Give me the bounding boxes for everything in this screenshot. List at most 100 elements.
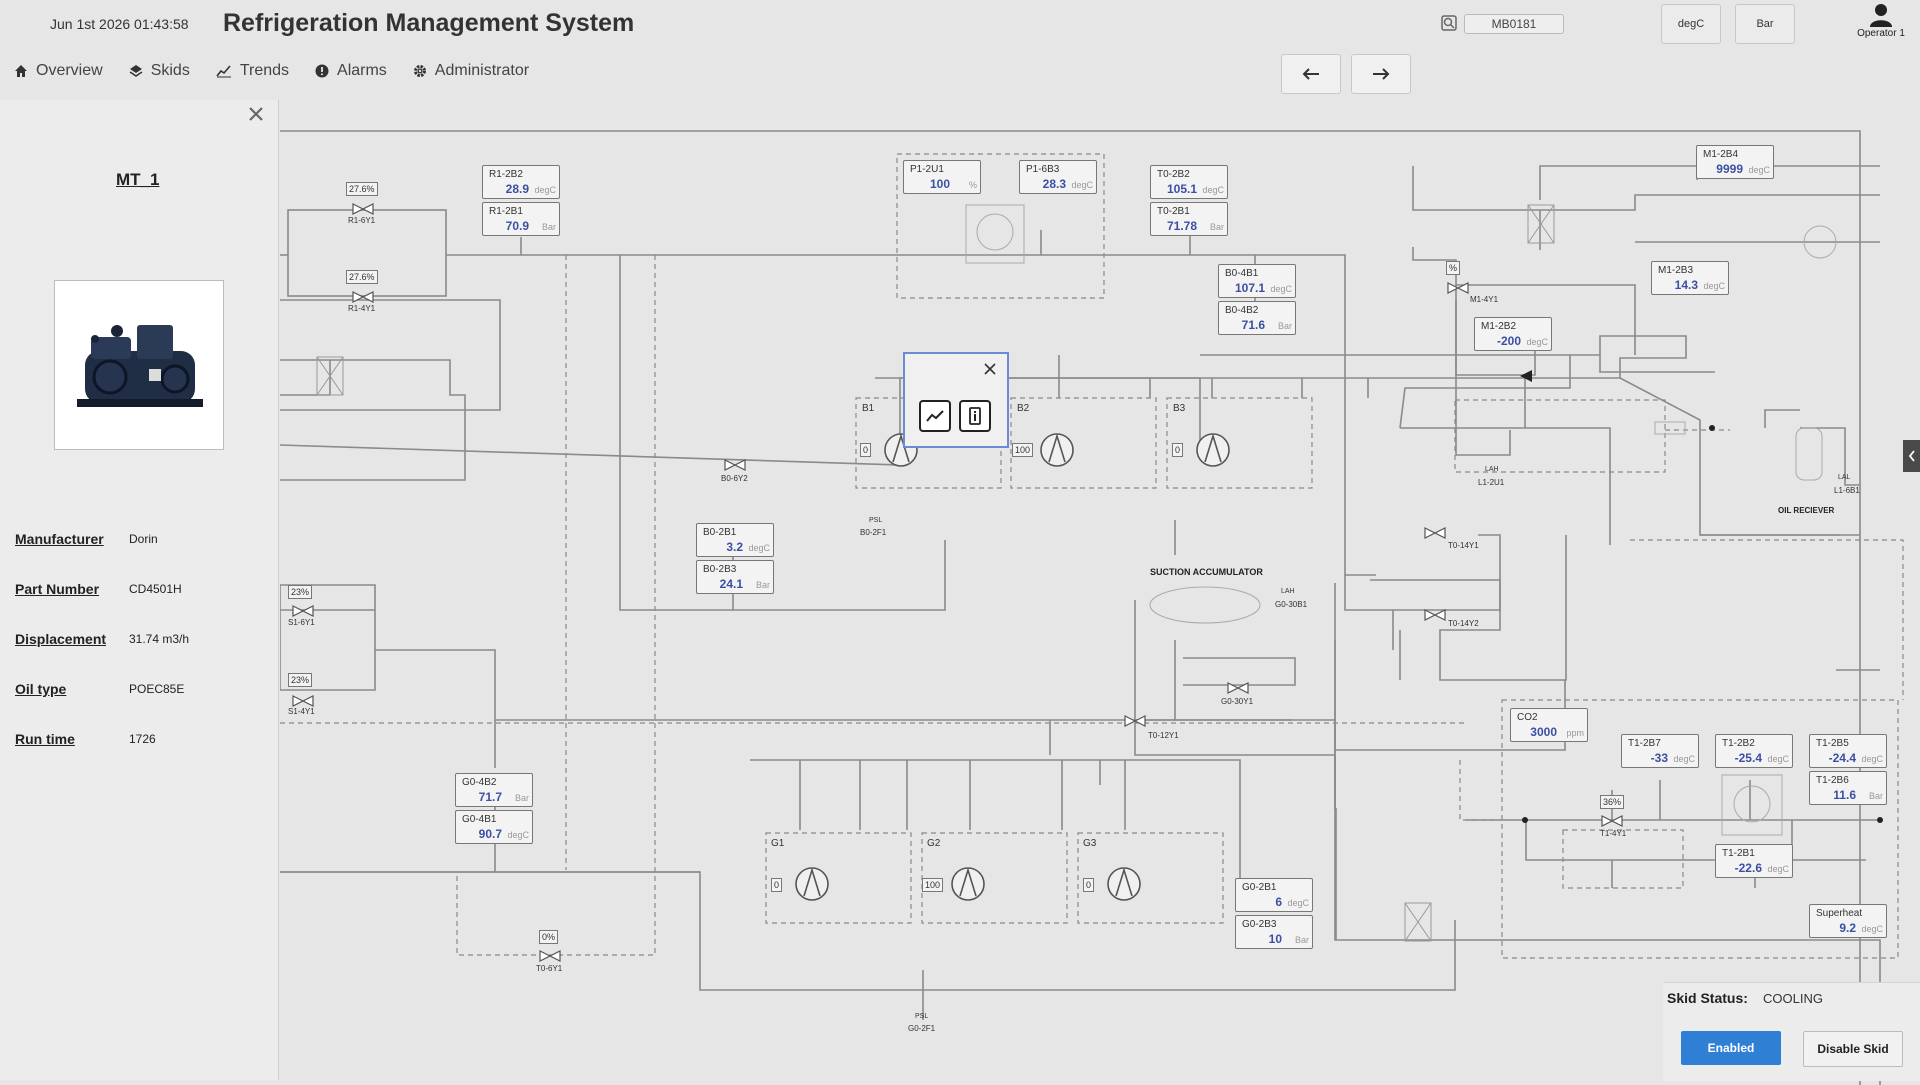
sensor-tag: CO2 — [1517, 712, 1538, 723]
sensor-t1-2b2[interactable]: T1-2B2 -25.4 degC — [1715, 734, 1793, 768]
sensor-t1-2b1[interactable]: T1-2B1 -22.6 degC — [1715, 844, 1793, 878]
layers-icon — [129, 65, 143, 77]
sensor-unit: Bar — [1209, 222, 1224, 232]
sensor-tag: M1-2B2 — [1481, 321, 1517, 332]
back-button[interactable] — [1281, 54, 1341, 94]
nav-alarms[interactable]: Alarms — [315, 62, 387, 80]
nav-administrator[interactable]: Administrator — [413, 62, 529, 80]
info-button[interactable] — [959, 400, 991, 432]
close-icon[interactable] — [246, 104, 266, 124]
valve-s1-6y1-tag: S1-6Y1 — [288, 618, 315, 627]
trend-button[interactable] — [919, 400, 951, 432]
prop-value-oil-type: POEC85E — [129, 682, 185, 696]
disable-skid-button[interactable]: Disable Skid — [1803, 1031, 1903, 1067]
compressor-context-popup — [903, 352, 1009, 448]
sensor-tag: G0-2B1 — [1242, 882, 1277, 893]
sensor-t0-2b1[interactable]: T0-2B1 71.78 Bar — [1150, 202, 1228, 236]
sensor-tag: T0-2B1 — [1157, 206, 1190, 217]
user-menu[interactable]: Operator 1 — [1846, 2, 1916, 39]
sensor-co2[interactable]: CO2 3000 ppm — [1510, 708, 1588, 742]
prop-label-oil-type[interactable]: Oil type — [15, 681, 66, 697]
sensor-unit: degC — [1861, 924, 1883, 934]
lah-label-g0: LAH — [1281, 588, 1295, 595]
sensor-tag: T0-2B2 — [1157, 169, 1190, 180]
l1-2u1-label: L1-2U1 — [1478, 478, 1505, 487]
sensor-value: 9999 — [1716, 162, 1743, 176]
sensor-m1-2b2[interactable]: M1-2B2 -200 degC — [1474, 317, 1552, 351]
sensor-superheat[interactable]: Superheat 9.2 degC — [1809, 904, 1887, 938]
sensor-tag: T1-2B6 — [1816, 775, 1849, 786]
valve-t0-6y1-pct: 0% — [539, 930, 559, 944]
sensor-t1-2b6[interactable]: T1-2B6 11.6 Bar — [1809, 771, 1887, 805]
sensor-unit: degC — [1287, 898, 1309, 908]
compressor-b1-speed: 0 — [860, 443, 872, 457]
prop-label-displacement[interactable]: Displacement — [15, 631, 106, 647]
psl-label-g0: PSL — [915, 1013, 929, 1020]
sensor-b0-2b1[interactable]: B0-2B1 3.2 degC — [696, 523, 774, 557]
sensor-g0-4b1[interactable]: G0-4B1 90.7 degC — [455, 810, 533, 844]
prop-value-part-number: CD4501H — [129, 582, 182, 596]
sensor-t0-2b2[interactable]: T0-2B2 105.1 degC — [1150, 165, 1228, 199]
prop-label-part-number[interactable]: Part Number — [15, 581, 99, 597]
nav-skids[interactable]: Skids — [129, 62, 190, 80]
sensor-value: 28.9 — [505, 182, 529, 196]
g0-30b1-label: G0-30B1 — [1275, 600, 1308, 609]
search-icon[interactable] — [1440, 14, 1458, 32]
sensor-tag: G0-4B2 — [462, 777, 497, 788]
device-search-input[interactable]: MB0181 — [1464, 14, 1564, 34]
sensor-b0-2b3[interactable]: B0-2B3 24.1 Bar — [696, 560, 774, 594]
side-panel-toggle[interactable] — [1903, 440, 1920, 472]
arrow-left-icon — [1302, 68, 1319, 80]
sensor-value: -200 — [1496, 334, 1521, 348]
sensor-unit: Bar — [514, 793, 529, 803]
oil-receiver-label: OIL RECIEVER — [1778, 506, 1835, 515]
prop-label-manufacturer[interactable]: Manufacturer — [15, 531, 104, 547]
nav-trends[interactable]: Trends — [216, 62, 289, 80]
valve-t0-6y1-tag: T0-6Y1 — [536, 964, 563, 973]
compressor-g3-label: G3 — [1083, 838, 1097, 849]
sensor-t1-2b7[interactable]: T1-2B7 -33 degC — [1621, 734, 1699, 768]
sensor-tag: R1-2B2 — [489, 169, 523, 180]
sensor-b0-4b1[interactable]: B0-4B1 107.1 degC — [1218, 264, 1296, 298]
sensor-unit: degC — [1526, 337, 1548, 347]
sensor-r1-2b1[interactable]: R1-2B1 70.9 Bar — [482, 202, 560, 236]
valve-s1-4y1-tag: S1-4Y1 — [288, 707, 315, 716]
compressor-g2-label: G2 — [927, 838, 941, 849]
sensor-t1-2b5[interactable]: T1-2B5 -24.4 degC — [1809, 734, 1887, 768]
home-icon — [15, 65, 27, 77]
sensor-value: 3.2 — [726, 540, 743, 554]
sensor-m1-2b4[interactable]: M1-2B4 9999 degC — [1696, 145, 1774, 179]
valve-g0-30y1-tag: G0-30Y1 — [1221, 697, 1254, 706]
sensor-m1-2b3[interactable]: M1-2B3 14.3 degC — [1651, 261, 1729, 295]
sensor-r1-2b2[interactable]: R1-2B2 28.9 degC — [482, 165, 560, 199]
sensor-tag: P1-2U1 — [910, 164, 944, 175]
sensor-g0-2b1[interactable]: G0-2B1 6 degC — [1235, 878, 1313, 912]
sensor-tag: B0-4B1 — [1225, 268, 1259, 279]
sensor-value: -22.6 — [1734, 861, 1762, 875]
prop-label-run-time[interactable]: Run time — [15, 731, 75, 747]
sensor-b0-4b2[interactable]: B0-4B2 71.6 Bar — [1218, 301, 1296, 335]
unit-temp-button[interactable]: degC — [1661, 4, 1721, 44]
nav-administrator-label: Administrator — [434, 62, 530, 79]
compressor-b2-speed: 100 — [1012, 443, 1034, 457]
l1-6b1-label: L1-6B1 — [1834, 486, 1860, 495]
enabled-button[interactable]: Enabled — [1681, 1031, 1781, 1065]
nav-trends-label: Trends — [239, 62, 290, 79]
main-nav: Overview Skids Trends Alarms Administrat… — [14, 62, 555, 80]
user-icon — [1870, 4, 1892, 27]
nav-overview[interactable]: Overview — [14, 62, 103, 80]
compressor-g1-label: G1 — [771, 838, 785, 849]
sensor-p1-6b3[interactable]: P1-6B3 28.3 degC — [1019, 160, 1097, 194]
close-icon[interactable] — [983, 362, 997, 376]
trend-icon — [216, 65, 231, 78]
sensor-unit: Bar — [1277, 321, 1292, 331]
sensor-value: -25.4 — [1734, 751, 1762, 765]
sensor-g0-2b3[interactable]: G0-2B3 10 Bar — [1235, 915, 1313, 949]
g0-2f1-label: G0-2F1 — [908, 1024, 936, 1033]
sensor-p1-2u1[interactable]: P1-2U1 100% — [903, 160, 981, 194]
unit-pressure-button[interactable]: Bar — [1735, 4, 1795, 44]
forward-button[interactable] — [1351, 54, 1411, 94]
sensor-tag: G0-2B3 — [1242, 919, 1277, 930]
sensor-g0-4b2[interactable]: G0-4B2 71.7 Bar — [455, 773, 533, 807]
arrow-right-icon — [1373, 68, 1390, 80]
